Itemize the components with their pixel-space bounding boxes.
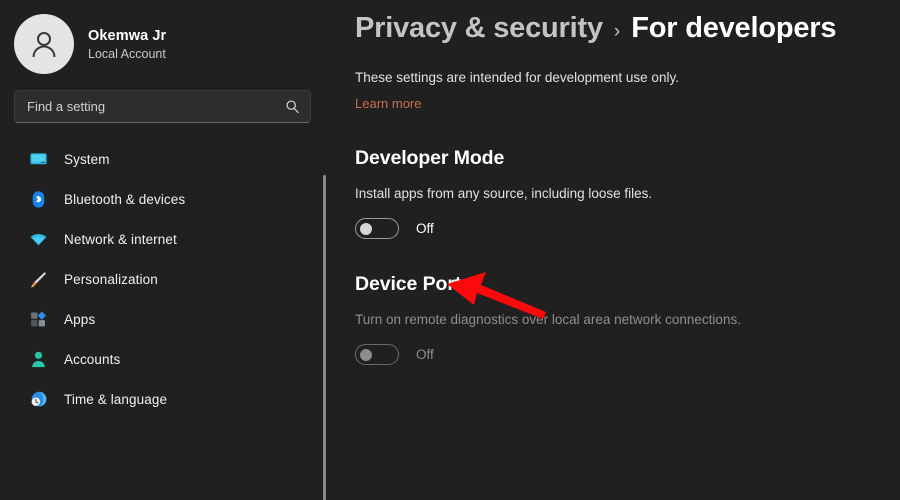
wifi-icon <box>28 229 48 249</box>
user-profile[interactable]: Okemwa Jr Local Account <box>0 0 325 74</box>
section-title: Developer Mode <box>355 147 505 169</box>
sidebar-item-label: Accounts <box>64 351 121 367</box>
profile-name: Okemwa Jr <box>88 27 167 44</box>
sidebar-item-label: Time & language <box>64 391 168 407</box>
developer-mode-toggle-state: Off <box>416 221 434 236</box>
sidebar-item-label: System <box>64 151 110 167</box>
avatar <box>14 14 74 74</box>
section-description: Turn on remote diagnostics over local ar… <box>355 312 741 327</box>
sidebar: Okemwa Jr Local Account Find a setting S… <box>0 0 326 500</box>
search-box[interactable] <box>14 90 311 123</box>
paintbrush-icon <box>28 269 48 289</box>
person-icon <box>28 349 48 369</box>
bluetooth-icon <box>28 189 48 209</box>
sidebar-nav: System Bluetooth & devices Network & int… <box>0 139 325 419</box>
developer-mode-toggle-row: Off <box>355 218 900 239</box>
chevron-right-icon: › <box>613 21 621 42</box>
search-container <box>0 74 325 123</box>
sidebar-item-apps[interactable]: Apps <box>0 299 325 339</box>
apps-grid-icon <box>28 309 48 329</box>
sidebar-item-personalization[interactable]: Personalization <box>0 259 325 299</box>
sidebar-item-accounts[interactable]: Accounts <box>0 339 325 379</box>
profile-account-type: Local Account <box>88 46 166 61</box>
person-avatar-icon <box>32 32 56 58</box>
sidebar-item-bluetooth-devices[interactable]: Bluetooth & devices <box>0 179 325 219</box>
toggle-knob <box>359 348 372 361</box>
settings-window: Okemwa Jr Local Account Find a setting S… <box>0 0 900 500</box>
page-title: For developers <box>631 12 837 44</box>
breadcrumb-parent[interactable]: Privacy & security <box>355 12 603 45</box>
section-developer-mode: Developer Mode Install apps from any sou… <box>355 147 900 239</box>
search-input[interactable] <box>27 99 285 114</box>
sidebar-item-network-internet[interactable]: Network & internet <box>0 219 325 259</box>
device-portal-toggle-state: Off <box>416 347 434 362</box>
developer-mode-toggle[interactable] <box>355 218 399 239</box>
device-portal-toggle[interactable] <box>355 344 399 365</box>
breadcrumb: Privacy & security › For developers <box>355 0 900 45</box>
learn-more-link[interactable]: Learn more <box>355 96 421 111</box>
content-pane: Privacy & security › For developers Thes… <box>325 0 900 500</box>
profile-text: Okemwa Jr Local Account <box>88 28 166 61</box>
section-description: Install apps from any source, including … <box>355 186 653 201</box>
sidebar-item-label: Personalization <box>64 271 158 287</box>
monitor-icon <box>28 149 48 169</box>
sidebar-item-system[interactable]: System <box>0 139 325 179</box>
sidebar-item-label: Network & internet <box>64 231 177 247</box>
search-icon[interactable] <box>285 99 300 114</box>
clock-globe-icon <box>28 389 48 409</box>
sidebar-item-label: Apps <box>64 311 96 327</box>
sidebar-item-label: Bluetooth & devices <box>64 191 186 207</box>
section-device-portal: Device Portal Turn on remote diagnostics… <box>355 273 900 365</box>
device-portal-toggle-row: Off <box>355 344 900 365</box>
intro-text: These settings are intended for developm… <box>355 70 679 85</box>
toggle-knob <box>359 222 372 235</box>
sidebar-item-time-language[interactable]: Time & language <box>0 379 325 419</box>
section-title: Device Portal <box>355 273 478 295</box>
